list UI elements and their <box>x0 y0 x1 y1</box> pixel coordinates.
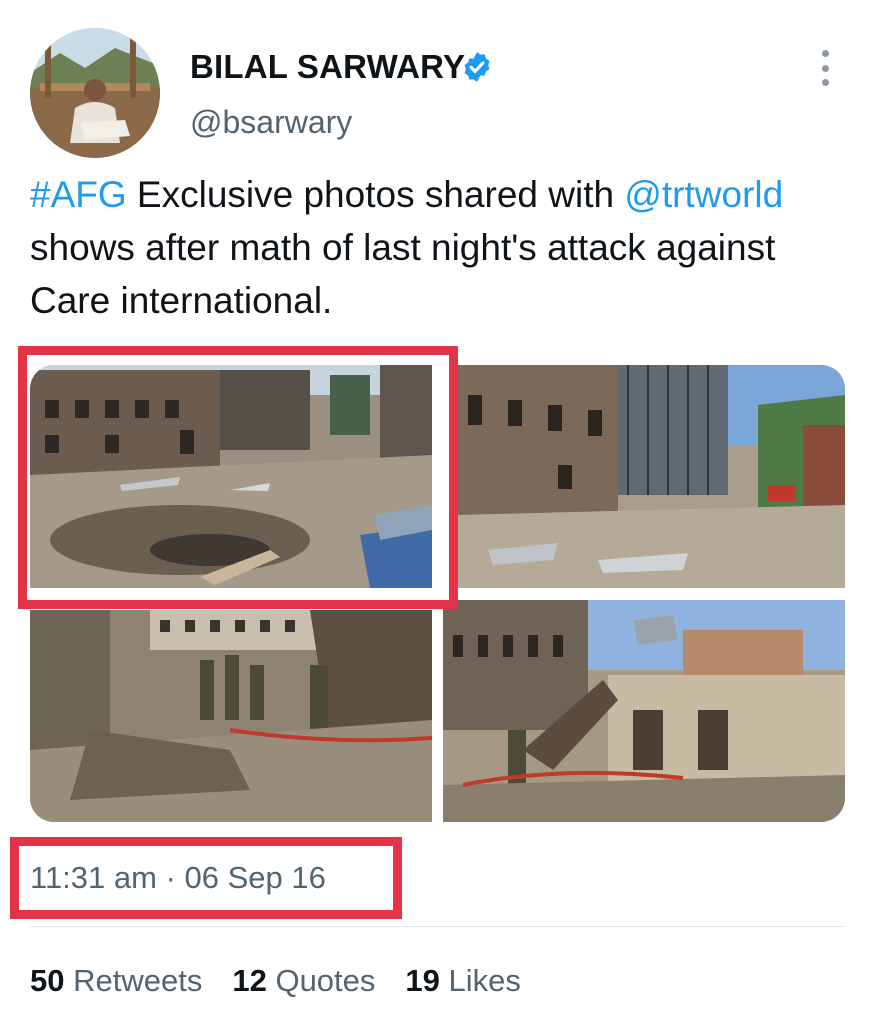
avatar-image <box>30 28 160 158</box>
divider <box>30 926 845 927</box>
retweets-stat[interactable]: 50 Retweets <box>30 963 202 999</box>
verified-badge-icon <box>464 52 490 82</box>
photo-3[interactable] <box>30 610 432 822</box>
retweets-label: Retweets <box>73 963 203 998</box>
photo-1[interactable] <box>30 365 432 588</box>
retweets-count: 50 <box>30 963 65 998</box>
tweet-text: #AFG Exclusive photos shared with @trtwo… <box>30 168 850 327</box>
mention-link[interactable]: @trtworld <box>624 174 783 215</box>
media-grid <box>30 365 845 822</box>
timestamp-time: 11:31 am <box>30 860 157 895</box>
timestamp-separator: · <box>165 860 176 895</box>
quotes-stat[interactable]: 12 Quotes <box>232 963 375 999</box>
engagement-stats: 50 Retweets 12 Quotes 19 Likes <box>30 963 521 999</box>
photo-2[interactable] <box>458 365 845 588</box>
likes-label: Likes <box>448 963 521 998</box>
quotes-label: Quotes <box>275 963 376 998</box>
hashtag-link[interactable]: #AFG <box>30 174 127 215</box>
more-options-icon[interactable] <box>818 50 832 86</box>
author-name[interactable]: BILAL SARWARY <box>190 48 465 86</box>
timestamp-date: 06 Sep 16 <box>184 860 326 895</box>
likes-count: 19 <box>405 963 440 998</box>
likes-stat[interactable]: 19 Likes <box>405 963 520 999</box>
tweet-timestamp[interactable]: 11:31 am · 06 Sep 16 <box>30 860 326 896</box>
photo-4[interactable] <box>443 600 845 822</box>
author-handle[interactable]: @bsarwary <box>190 104 352 141</box>
quotes-count: 12 <box>232 963 267 998</box>
avatar[interactable] <box>30 28 160 158</box>
tweet-text-part: shows after math of last night's attack … <box>30 227 776 321</box>
tweet-text-part: Exclusive photos shared with <box>126 174 625 215</box>
